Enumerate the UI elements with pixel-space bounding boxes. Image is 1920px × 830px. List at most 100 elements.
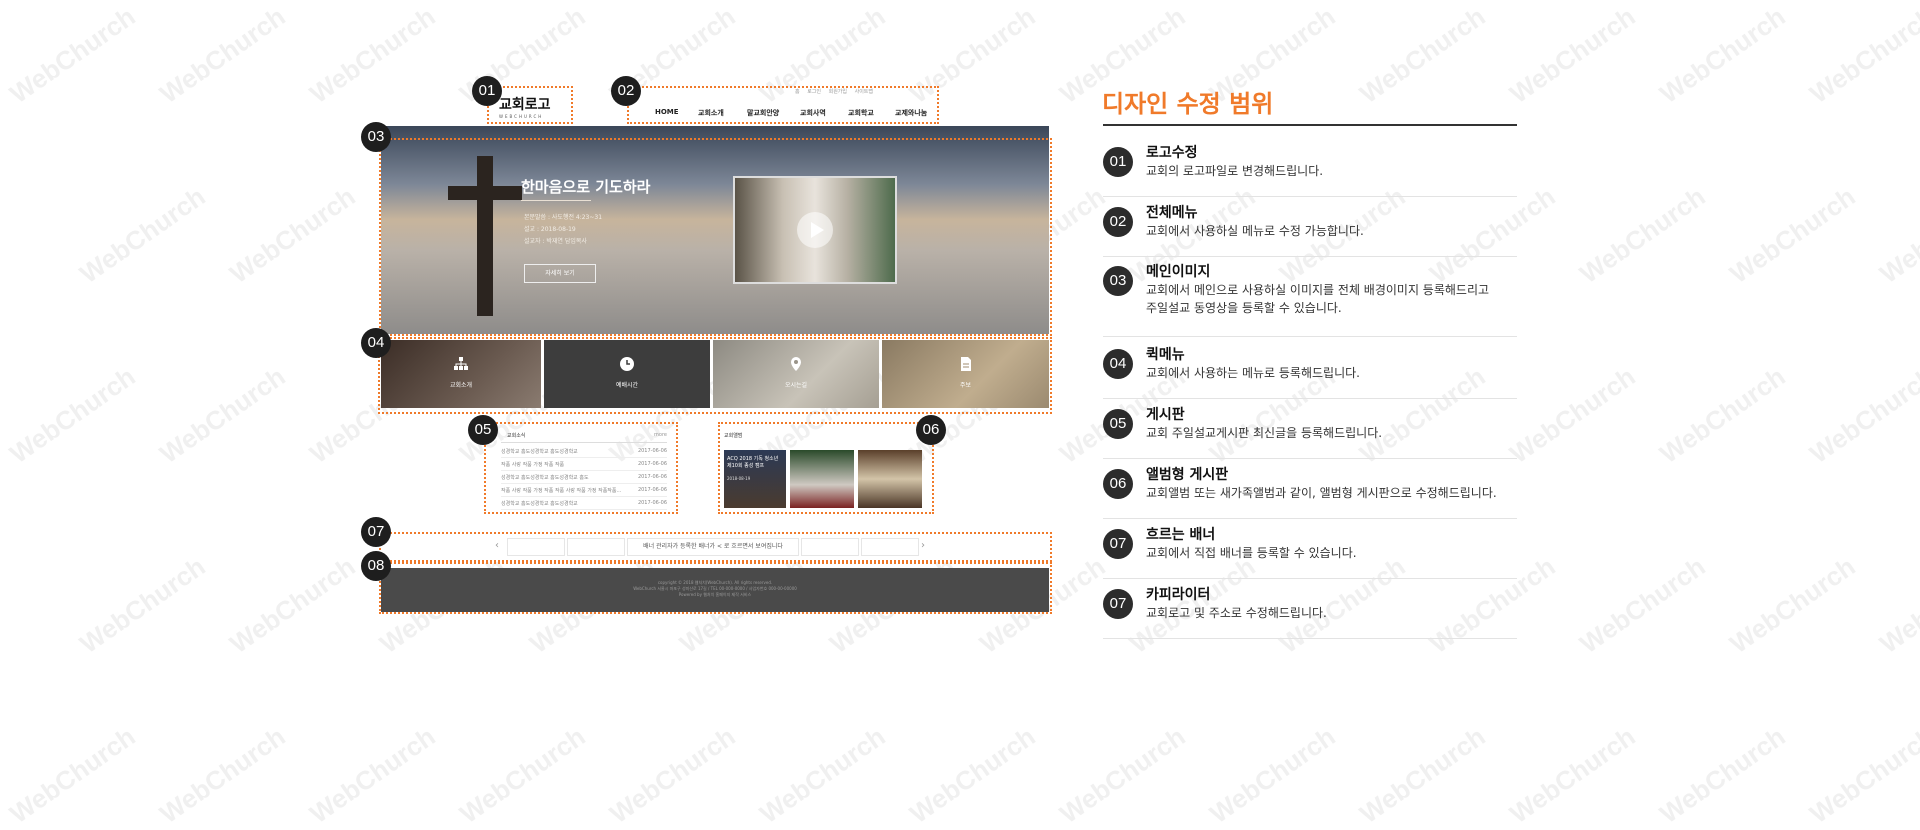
scope-item-title: 카피라이터	[1146, 587, 1211, 603]
watermark: WebChurch	[154, 1, 291, 110]
watermark: WebChurch	[604, 721, 741, 830]
board-row-date: 2017-06-06	[637, 500, 667, 506]
banner-notice[interactable]: 배너 관리자가 등록한 배너가 < 로 흐르면서 보여집니다	[627, 538, 799, 556]
board-row[interactable]: 성경학교 홈도성경학교 홈도성경학교 2017-06-06	[501, 444, 667, 458]
scope-item-number: 02	[1103, 207, 1133, 237]
nav-item-home[interactable]: HOME	[655, 108, 679, 116]
banner-slot[interactable]	[801, 538, 859, 556]
scope-item-number: 04	[1103, 349, 1133, 379]
scope-item: 07 카피라이터교회로고 및 주소로 수정해드립니다.	[1103, 578, 1517, 639]
watermark: WebChurch	[904, 721, 1041, 830]
album-caption: ACQ 2018 기독 청소년 제10회 종성 캠프	[727, 456, 779, 469]
banner-next-icon[interactable]: ›	[921, 540, 925, 551]
quick-menu-highlight	[378, 337, 1052, 414]
watermark: WebChurch	[1654, 1, 1791, 110]
board-list: 성경학교 홈도성경학교 홈도성경학교 2017-06-06 작품 사랑 작품 가정 …	[501, 444, 667, 510]
scope-item-desc: 교회에서 메인으로 사용하실 이미지를 전체 배경이미지 등록해드리고	[1146, 283, 1490, 297]
scope-item: 03 메인이미지교회에서 메인으로 사용하실 이미지를 전체 배경이미지 등록해드…	[1103, 255, 1517, 337]
scope-item-title: 메인이미지	[1146, 264, 1211, 280]
scope-item-desc: 교회앨범 또는 새가족앨범과 같이, 앨범형 게시판으로 수정해드립니다.	[1146, 486, 1497, 500]
board-more-link[interactable]: more	[654, 432, 667, 438]
watermark: WebChurch	[304, 1, 441, 110]
banner-slot[interactable]	[507, 538, 565, 556]
badge-02: 02	[611, 76, 641, 106]
scope-item-number: 01	[1103, 147, 1133, 177]
nav-item-fellowship[interactable]: 교제와나눔	[895, 108, 927, 118]
album-title: 교회앨범	[724, 433, 743, 439]
board-row[interactable]: 성경학교 홈도성경학교 홈도성경학교 2017-06-06	[501, 496, 667, 510]
watermark: WebChurch	[224, 551, 361, 660]
scope-item: 06 앨범형 게시판 교회앨범 또는 새가족앨범과 같이, 앨범형 게시판으로 수정…	[1103, 458, 1517, 519]
util-link-home[interactable]: 홈	[795, 89, 800, 95]
board-title: 교회소식	[507, 433, 526, 439]
nav-highlight	[627, 86, 939, 124]
badge-05: 05	[468, 415, 498, 445]
scope-item-desc: 교회 주일설교게시판 최신글을 등록해드립니다.	[1146, 426, 1383, 440]
album-photo[interactable]	[858, 450, 922, 508]
watermark: WebChurch	[454, 721, 591, 830]
util-link-login[interactable]: 로그인	[807, 89, 821, 95]
scope-item-desc: 주일설교 동영상을 등록할 수 있습니다.	[1146, 301, 1342, 315]
banner-slot[interactable]	[567, 538, 625, 556]
scope-item-number: 06	[1103, 469, 1133, 499]
nav-item-worship[interactable]: 말교회안양	[747, 108, 779, 118]
watermark: WebChurch	[1654, 721, 1791, 830]
hero-highlight	[379, 138, 1052, 336]
banner-prev-icon[interactable]: ‹	[495, 540, 499, 551]
scope-item: 07 흐르는 배너 교회에서 직접 배너를 등록할 수 있습니다.	[1103, 518, 1517, 579]
watermark: WebChurch	[74, 551, 211, 660]
watermark: WebChurch	[154, 361, 291, 470]
watermark: WebChurch	[74, 181, 211, 290]
watermark: WebChurch	[154, 721, 291, 830]
scope-item-desc: 교회에서 사용하실 메뉴로 수정 가능합니다.	[1146, 224, 1364, 238]
nav-item-ministry[interactable]: 교회사역	[800, 108, 826, 118]
board-row-title: 작품 사랑 작품 가정 작품 작품 사랑 작품 가정 작품작품...	[501, 488, 622, 494]
scope-item: 01 로고수정교회의 로고파일로 변경해드립니다.	[1103, 136, 1517, 197]
board-row[interactable]: 작품 사랑 작품 가정 작품 작품 사랑 작품 가정 작품작품... 2017-0…	[501, 483, 667, 497]
watermark: WebChurch	[1504, 361, 1641, 470]
scope-item: 04 퀵메뉴 교회에서 사용하는 메뉴로 등록해드립니다.	[1103, 338, 1517, 399]
util-link-sitemap[interactable]: 사이트맵	[855, 89, 873, 95]
scope-item-desc: 교회로고 및 주소로 수정해드립니다.	[1146, 606, 1327, 620]
watermark: WebChurch	[4, 361, 141, 470]
watermark: WebChurch	[754, 721, 891, 830]
scope-item-title: 퀵메뉴	[1146, 347, 1185, 363]
badge-04: 04	[361, 328, 391, 358]
scope-item-number: 07	[1103, 589, 1133, 619]
board-row[interactable]: 작품 사랑 작품 가정 작품 작품 2017-06-06	[501, 457, 667, 471]
scope-item-desc: 교회에서 직접 배너를 등록할 수 있습니다.	[1146, 546, 1357, 560]
scope-item: 05 게시판 교회 주일설교게시판 최신글을 등록해드립니다.	[1103, 398, 1517, 459]
watermark: WebChurch	[1504, 1, 1641, 110]
nav-item-about[interactable]: 교회소개	[698, 108, 724, 118]
watermark: WebChurch	[224, 181, 361, 290]
board-row[interactable]: 성경학교 홈도성경학교 홈도성경학교 홈도 2017-06-06	[501, 470, 667, 484]
board-row-title: 성경학교 홈도성경학교 홈도성경학교	[501, 449, 578, 455]
banner-slot[interactable]	[861, 538, 919, 556]
watermark: WebChurch	[1204, 721, 1341, 830]
board-row-date: 2017-06-06	[637, 474, 667, 480]
footer-highlight	[379, 562, 1052, 614]
album-photo[interactable]	[790, 450, 854, 508]
mockup-logo[interactable]: 교회로고 WEBCHURCH	[499, 94, 551, 119]
watermark: WebChurch	[4, 1, 141, 110]
nav-item-school[interactable]: 교회학교	[848, 108, 874, 118]
album-photo[interactable]: ACQ 2018 기독 청소년 제10회 종성 캠프 2018-08-19	[724, 450, 786, 508]
main-nav: HOME 교회소개 말교회안양 교회사역 교회학교 교제와나눔	[655, 108, 935, 118]
badge-06: 06	[916, 415, 946, 445]
board-row-date: 2017-06-06	[637, 461, 667, 467]
watermark: WebChurch	[1874, 181, 1920, 290]
watermark: WebChurch	[1804, 721, 1920, 830]
board-row-date: 2017-06-06	[637, 487, 667, 493]
badge-07: 07	[361, 517, 391, 547]
scope-item-desc: 교회의 로고파일로 변경해드립니다.	[1146, 164, 1324, 178]
scope-item-title: 로고수정	[1146, 145, 1198, 161]
watermark: WebChurch	[1804, 361, 1920, 470]
board-row-date: 2017-06-06	[637, 448, 667, 454]
watermark: WebChurch	[1654, 361, 1791, 470]
watermark: WebChurch	[1504, 721, 1641, 830]
watermark: WebChurch	[1354, 1, 1491, 110]
util-link-join[interactable]: 회원가입	[829, 89, 847, 95]
watermark: WebChurch	[1724, 181, 1861, 290]
scope-item-number: 03	[1103, 266, 1133, 296]
watermark: WebChurch	[1874, 551, 1920, 660]
